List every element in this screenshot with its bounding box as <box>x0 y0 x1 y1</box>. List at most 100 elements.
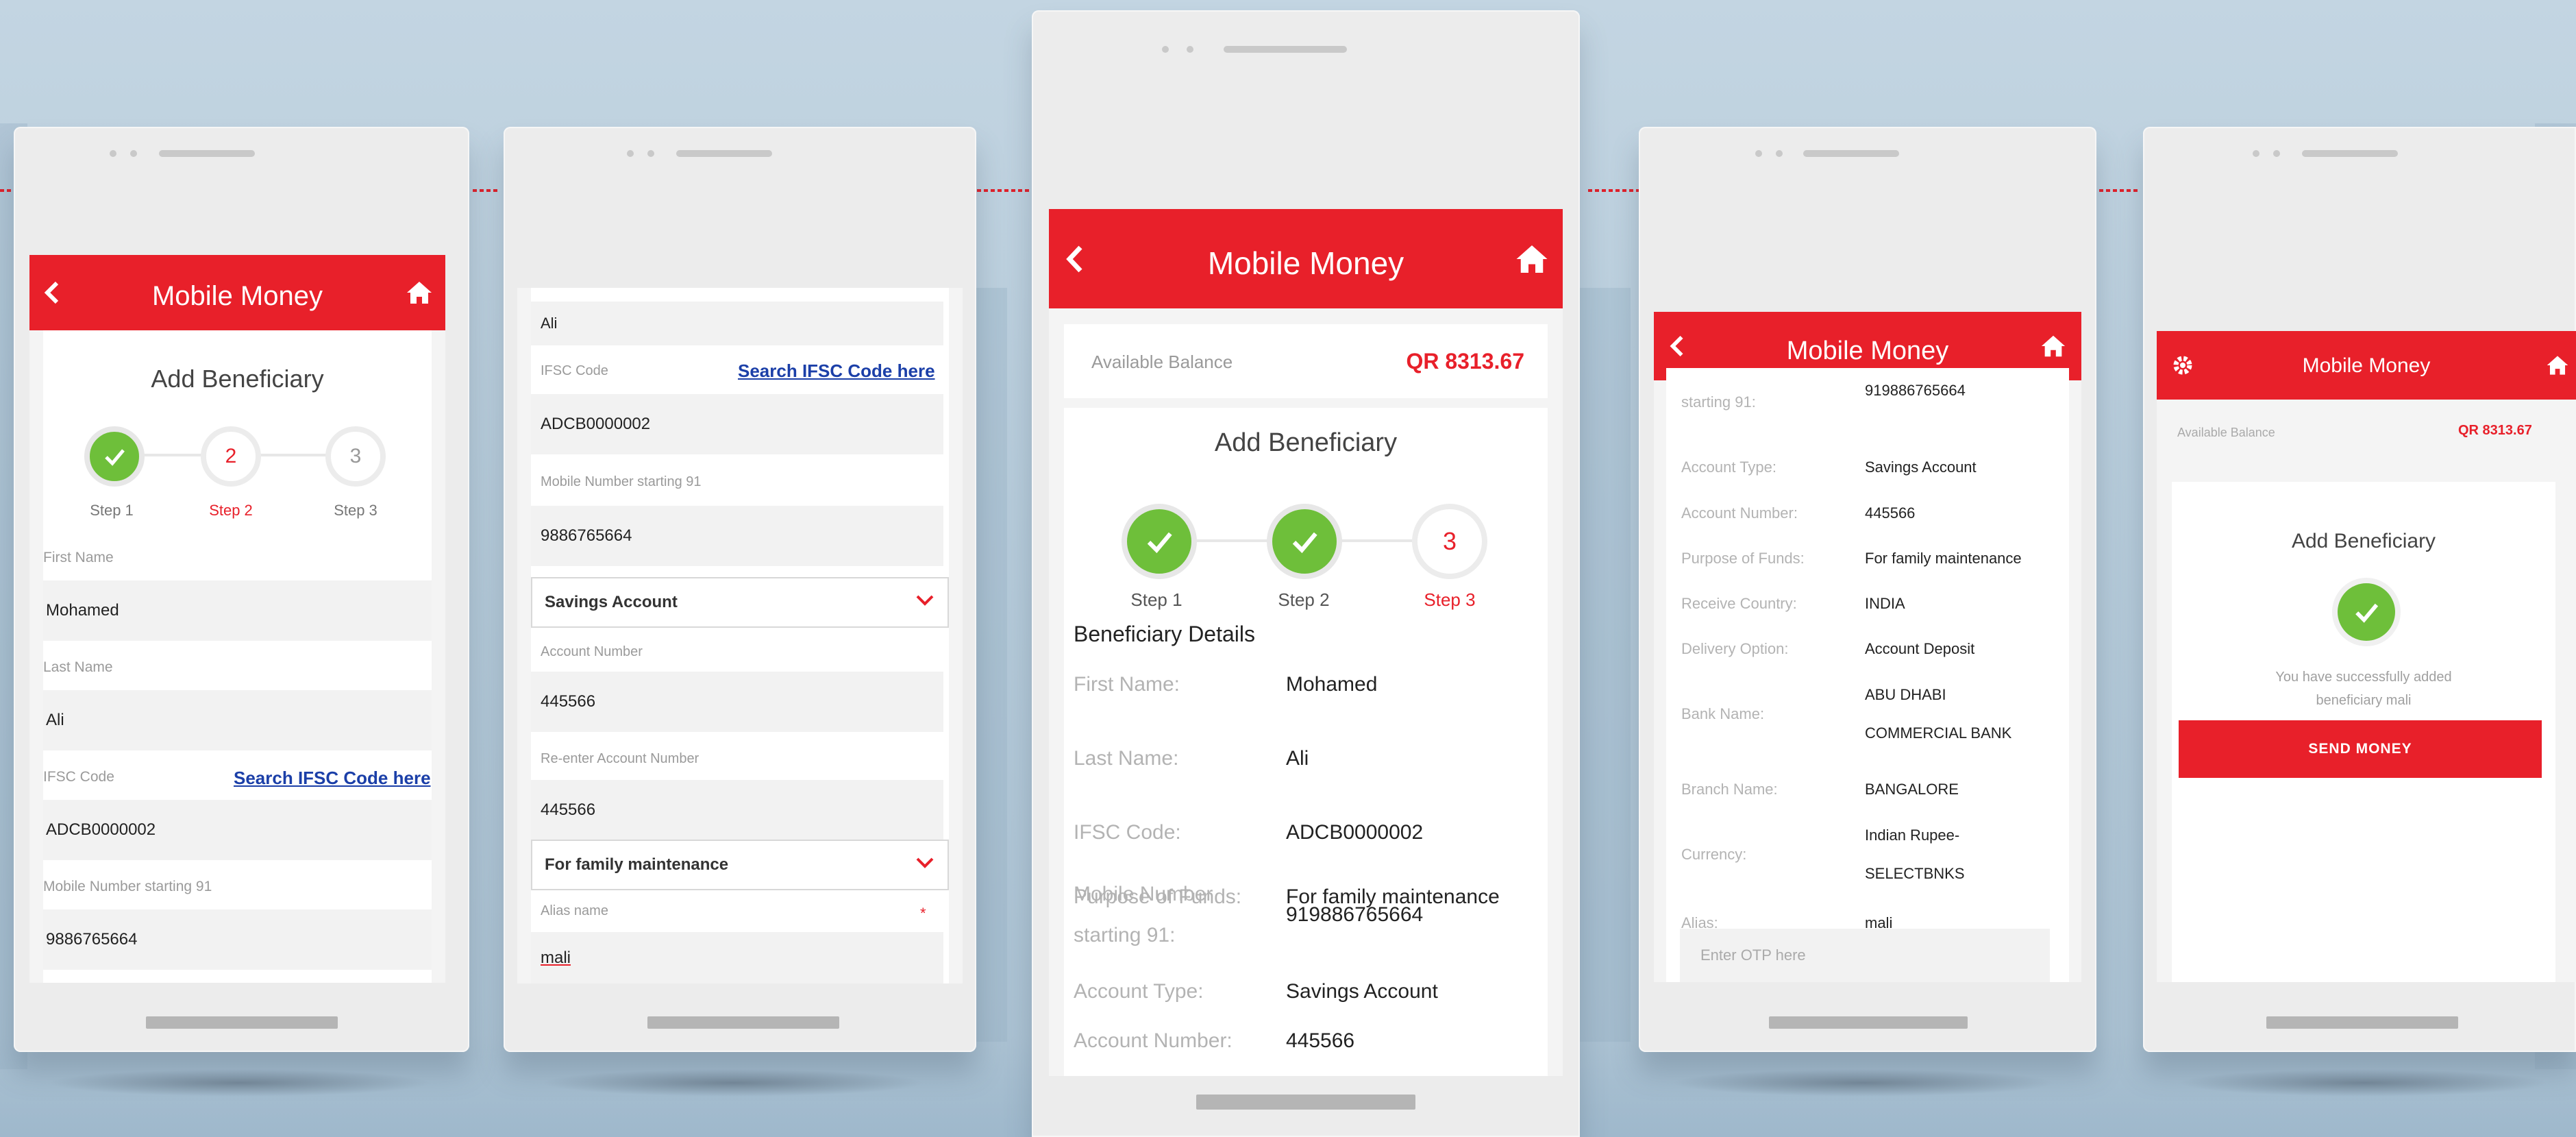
phone-speaker <box>14 127 469 175</box>
step2-indicator: 2 <box>201 426 261 487</box>
detail-row: Account Number: 445566 <box>1074 1029 1355 1052</box>
home-icon[interactable] <box>406 255 433 330</box>
step1-label: Step 1 <box>1130 589 1182 610</box>
flow-connector <box>977 189 1032 192</box>
home-icon[interactable] <box>2546 331 2569 400</box>
step1-complete-icon <box>1122 504 1197 579</box>
app-title: Mobile Money <box>151 281 323 311</box>
screen-add-beneficiary-step1: Mobile Money Add Beneficiary 2 3 Step 1 … <box>29 255 445 983</box>
form-card: Add Beneficiary 2 3 Step 1 Step 2 Step 3… <box>43 330 432 983</box>
search-ifsc-link[interactable]: Search IFSC Code here <box>738 360 935 382</box>
purpose-select[interactable]: For family maintenance <box>531 840 949 890</box>
phone-speaker <box>504 127 976 175</box>
step3-indicator: 3 <box>1412 504 1487 579</box>
phone-home-bar <box>2266 1016 2458 1029</box>
phone-step2: Ali IFSC Code Search IFSC Code here ADCB… <box>504 127 976 1052</box>
last-name-field[interactable]: Ali <box>43 690 432 750</box>
step3-label: Step 3 <box>334 502 377 519</box>
phone-shadow <box>48 1069 432 1097</box>
home-icon[interactable] <box>1515 209 1549 308</box>
ifsc-field[interactable]: ADCB0000002 <box>531 394 943 454</box>
detail-row: starting 91: 919886765664 <box>1681 382 1966 411</box>
account-number-label: Account Number <box>541 644 643 659</box>
chevron-down-icon <box>915 855 935 875</box>
detail-row: Last Name: Ali <box>1074 747 1309 770</box>
search-ifsc-link[interactable]: Search IFSC Code here <box>234 768 431 789</box>
phone-speaker <box>2143 127 2576 175</box>
otp-input[interactable]: Enter OTP here <box>1680 929 2050 982</box>
phone-review: Mobile Money Available Balance QR 8313.6… <box>1032 10 1580 1137</box>
detail-row: Currency: Indian Rupee- SELECTBNKS <box>1681 827 1965 882</box>
beneficiary-details-title: Beneficiary Details <box>1074 622 1255 646</box>
app-title: Mobile Money <box>1207 245 1404 281</box>
reenter-account-label: Re-enter Account Number <box>541 751 699 766</box>
detail-row: Account Number: 445566 <box>1681 504 1916 522</box>
last-name-label: Last Name <box>43 659 113 675</box>
detail-row: Branch Name: BANGALORE <box>1681 781 1959 798</box>
flow-connector <box>0 189 14 192</box>
page-title: Add Beneficiary <box>2291 530 2436 552</box>
phone-shadow <box>1672 1069 2055 1097</box>
app-header: Mobile Money <box>29 255 445 330</box>
step3-label: Step 3 <box>1424 589 1476 610</box>
step2-label: Step 2 <box>209 502 253 519</box>
alias-field[interactable]: mali <box>531 932 943 983</box>
ifsc-label: IFSC Code <box>43 769 114 785</box>
success-message: You have successfully added beneficiary … <box>2275 670 2452 708</box>
phone-confirm-otp: Mobile Money starting 91: 919886765664 Ac… <box>1639 127 2096 1052</box>
screen-add-beneficiary-step2: Ali IFSC Code Search IFSC Code here ADCB… <box>517 288 963 983</box>
phone-step1: Mobile Money Add Beneficiary 2 3 Step 1 … <box>14 127 469 1052</box>
phone-home-bar <box>647 1016 839 1029</box>
ifsc-field[interactable]: ADCB0000002 <box>43 800 432 860</box>
screen-confirm-otp: Mobile Money starting 91: 919886765664 Ac… <box>1654 312 2081 982</box>
step2-complete-icon <box>1267 504 1342 579</box>
page-title: Add Beneficiary <box>1214 428 1398 457</box>
app-title: Mobile Money <box>2302 354 2431 377</box>
alias-required-mark: * <box>920 905 926 922</box>
page-title: Add Beneficiary <box>151 365 324 393</box>
phone-home-bar <box>146 1016 338 1029</box>
available-balance-label: Available Balance <box>1091 352 1233 372</box>
purpose-value: For family maintenance <box>545 855 729 874</box>
screen-beneficiary-review: Mobile Money Available Balance QR 8313.6… <box>1049 209 1563 1076</box>
reenter-account-field[interactable]: 445566 <box>531 780 943 840</box>
phone-home-bar <box>1769 1016 1968 1029</box>
screen-success: Mobile Money Available Balance QR 8313.6… <box>2157 331 2576 982</box>
detail-row: Bank Name: ABU DHABI COMMERCIAL BANK <box>1681 686 2012 742</box>
balance-value: QR 8313.67 <box>1406 349 1524 374</box>
first-name-label: First Name <box>43 550 114 565</box>
first-name-field[interactable]: Mohamed <box>43 580 432 641</box>
success-card: Add Beneficiary You have successfully ad… <box>2172 482 2555 982</box>
phone-success: Mobile Money Available Balance QR 8313.6… <box>2143 127 2576 1052</box>
detail-row: Purpose of Funds: For family maintenance <box>1681 550 2022 567</box>
flow-connector <box>1588 189 1639 192</box>
phone-shadow <box>541 1069 925 1097</box>
app-header: Mobile Money <box>1049 209 1563 308</box>
balance-value: QR 8313.67 <box>2458 423 2532 438</box>
phone-speaker <box>1032 10 1580 58</box>
last-name-field[interactable]: Ali <box>531 302 943 345</box>
account-type-select[interactable]: Savings Account <box>531 577 949 628</box>
flow-connector <box>2099 189 2140 192</box>
app-header: Mobile Money <box>2157 331 2576 400</box>
detail-row: Delivery Option: Account Deposit <box>1681 640 1975 657</box>
ifsc-label: IFSC Code <box>541 363 608 378</box>
phone-home-bar <box>1196 1095 1415 1110</box>
app-title: Mobile Money <box>1786 337 1949 365</box>
detail-row: Account Type: Savings Account <box>1074 980 1438 1003</box>
mobile-field[interactable]: 9886765664 <box>531 506 943 566</box>
account-number-field[interactable]: 445566 <box>531 672 943 732</box>
send-money-button[interactable]: SEND MONEY <box>2179 720 2542 778</box>
details-card: starting 91: 919886765664 Account Type: Sa… <box>1666 368 2069 982</box>
flow-connector <box>473 189 500 192</box>
mobile-label: Mobile Number starting 91 <box>541 474 702 489</box>
step1-label: Step 1 <box>90 502 134 519</box>
mobile-field[interactable]: 9886765664 <box>43 909 432 970</box>
details-card: Add Beneficiary 3 Step 1 Step 2 Step 3 B… <box>1064 408 1548 1076</box>
step2-label: Step 2 <box>1278 589 1330 610</box>
success-check-icon <box>2332 578 2401 646</box>
step3-indicator: 3 <box>325 426 386 487</box>
mobile-label: Mobile Number starting 91 <box>43 879 212 894</box>
detail-row: Receive Country: INDIA <box>1681 595 1905 612</box>
available-balance-label: Available Balance <box>2177 426 2275 439</box>
